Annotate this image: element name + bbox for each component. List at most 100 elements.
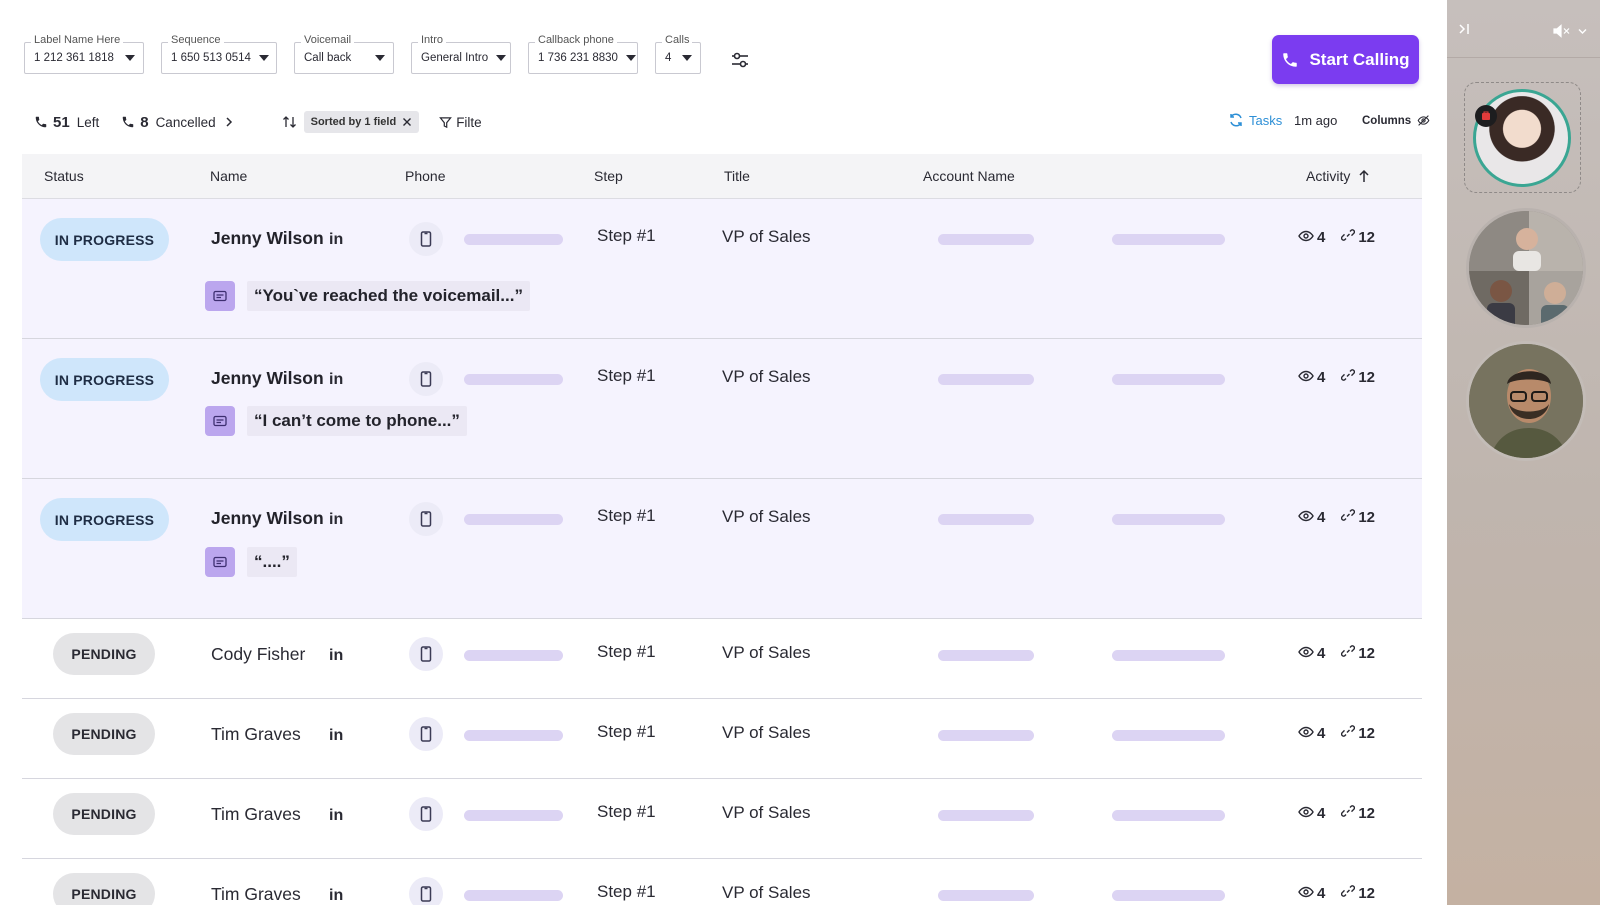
eye-icon (1298, 885, 1314, 902)
left-counter: 51 Left (34, 114, 99, 131)
links-count: 12 (1358, 368, 1376, 386)
table-row[interactable]: PENDING Tim Graves in Step #1 VP of Sales 4 … (22, 859, 1422, 905)
contact-name[interactable]: Tim Graves (211, 804, 301, 825)
header-activity[interactable]: Activity (1306, 168, 1370, 184)
recording-badge-icon (1475, 105, 1497, 127)
account-name-placeholder (938, 810, 1034, 821)
step-label: Step #1 (597, 802, 656, 821)
table-row[interactable]: IN PROGRESS Jenny Wilson in Step #1 VP of Sa… (22, 339, 1422, 479)
header-status[interactable]: Status (44, 168, 84, 184)
transcript-icon[interactable] (205, 406, 235, 436)
extra-field-placeholder (1112, 514, 1225, 525)
contact-name[interactable]: Tim Graves (211, 724, 301, 745)
linkedin-icon[interactable]: in (329, 727, 343, 745)
intro-select[interactable]: Intro General Intro (411, 34, 511, 74)
chevron-down-icon (625, 55, 636, 61)
status-badge[interactable]: PENDING (53, 713, 155, 755)
views-count: 4 (1317, 228, 1326, 246)
mobile-phone-icon[interactable] (409, 362, 443, 396)
sequence-label: Sequence (168, 34, 224, 47)
tasks-label: Tasks (1249, 112, 1283, 128)
contact-name[interactable]: Jenny Wilson (211, 508, 324, 529)
transcript-icon[interactable] (205, 281, 235, 311)
speaker-muted-icon (1553, 24, 1570, 38)
tasks-link[interactable]: Tasks (1228, 112, 1282, 128)
contact-name[interactable]: Tim Graves (211, 884, 301, 905)
header-title[interactable]: Title (724, 168, 750, 184)
mobile-phone-icon[interactable] (409, 637, 443, 671)
filter-button[interactable]: Filte (439, 115, 482, 130)
label-name-value: 1 212 361 1818 (34, 52, 114, 64)
collapse-panel-icon[interactable] (1457, 22, 1471, 36)
table-row[interactable]: PENDING Tim Graves in Step #1 VP of Sales 4 … (22, 699, 1422, 779)
audio-control[interactable] (1553, 24, 1587, 38)
avatar[interactable] (1466, 341, 1586, 461)
contact-name[interactable]: Cody Fisher (211, 644, 305, 665)
table-row[interactable]: PENDING Cody Fisher in Step #1 VP of Sales 4… (22, 619, 1422, 699)
status-badge[interactable]: PENDING (53, 873, 155, 905)
calls-select[interactable]: Calls 4 (655, 34, 701, 74)
mobile-phone-icon[interactable] (409, 502, 443, 536)
eye-icon (1298, 645, 1314, 662)
mobile-phone-icon[interactable] (409, 717, 443, 751)
start-calling-label: Start Calling (1309, 49, 1410, 69)
views-count: 4 (1317, 724, 1326, 742)
voicemail-label: Voicemail (301, 34, 355, 47)
linkedin-icon[interactable]: in (329, 887, 343, 905)
step-label: Step #1 (597, 722, 656, 741)
refresh-icon (1230, 113, 1242, 127)
step-label: Step #1 (597, 642, 656, 661)
contact-name[interactable]: Jenny Wilson (211, 228, 324, 249)
voicemail-select[interactable]: Voicemail Call back (294, 34, 394, 74)
avatar[interactable] (1466, 208, 1586, 328)
link-icon (1341, 368, 1356, 386)
linkedin-icon[interactable]: in (329, 231, 343, 249)
activity-stats: 4 12 (1298, 724, 1375, 742)
header-step[interactable]: Step (594, 168, 623, 184)
header-name[interactable]: Name (210, 168, 247, 184)
table-row[interactable]: PENDING Tim Graves in Step #1 VP of Sales 4 … (22, 779, 1422, 859)
account-name-placeholder (938, 234, 1034, 245)
status-badge[interactable]: IN PROGRESS (40, 498, 169, 541)
linkedin-icon[interactable]: in (329, 647, 343, 665)
sequence-select[interactable]: Sequence 1 650 513 0514 (161, 34, 277, 74)
callback-phone-select[interactable]: Callback phone 1 736 231 8830 (528, 34, 638, 74)
voicemail-transcript: “....” (247, 547, 297, 577)
linkedin-icon[interactable]: in (329, 511, 343, 529)
table-row[interactable]: IN PROGRESS Jenny Wilson in Step #1 VP of Sa… (22, 199, 1422, 339)
header-phone[interactable]: Phone (405, 168, 445, 184)
columns-button[interactable]: Columns (1362, 114, 1430, 127)
chevron-down-icon (496, 55, 507, 61)
linkedin-icon[interactable]: in (329, 371, 343, 389)
links-count: 12 (1358, 884, 1376, 902)
contact-name[interactable]: Jenny Wilson (211, 368, 324, 389)
phone-icon (122, 116, 134, 128)
status-badge[interactable]: IN PROGRESS (40, 218, 169, 261)
views-count: 4 (1317, 884, 1326, 902)
sort-arrows-icon[interactable] (282, 114, 298, 130)
mobile-phone-icon[interactable] (409, 797, 443, 831)
transcript-icon[interactable] (205, 547, 235, 577)
mobile-phone-icon[interactable] (409, 222, 443, 256)
linkedin-icon[interactable]: in (329, 807, 343, 825)
activity-stats: 4 12 (1298, 804, 1375, 822)
chevron-down-icon (682, 55, 692, 61)
step-label: Step #1 (597, 506, 656, 525)
eye-off-icon (1417, 115, 1430, 126)
table-header: Status Name Phone Step Title Account Nam… (22, 154, 1422, 199)
status-badge[interactable]: IN PROGRESS (40, 358, 169, 401)
status-badge[interactable]: PENDING (53, 633, 155, 675)
avatar[interactable] (1473, 89, 1571, 187)
mobile-phone-icon[interactable] (409, 877, 443, 905)
cancelled-counter[interactable]: 8 Cancelled (121, 114, 235, 131)
status-badge[interactable]: PENDING (53, 793, 155, 835)
table-row[interactable]: IN PROGRESS Jenny Wilson in Step #1 VP of Sa… (22, 479, 1422, 619)
eye-icon (1298, 369, 1314, 386)
start-calling-button[interactable]: Start Calling (1272, 35, 1419, 84)
link-icon (1341, 884, 1356, 902)
sort-chip[interactable]: Sorted by 1 field (303, 111, 420, 133)
close-icon[interactable] (402, 117, 412, 127)
sliders-icon[interactable] (729, 49, 751, 71)
label-name-select[interactable]: Label Name Here 1 212 361 1818 (24, 34, 144, 74)
header-account-name[interactable]: Account Name (923, 168, 1015, 184)
